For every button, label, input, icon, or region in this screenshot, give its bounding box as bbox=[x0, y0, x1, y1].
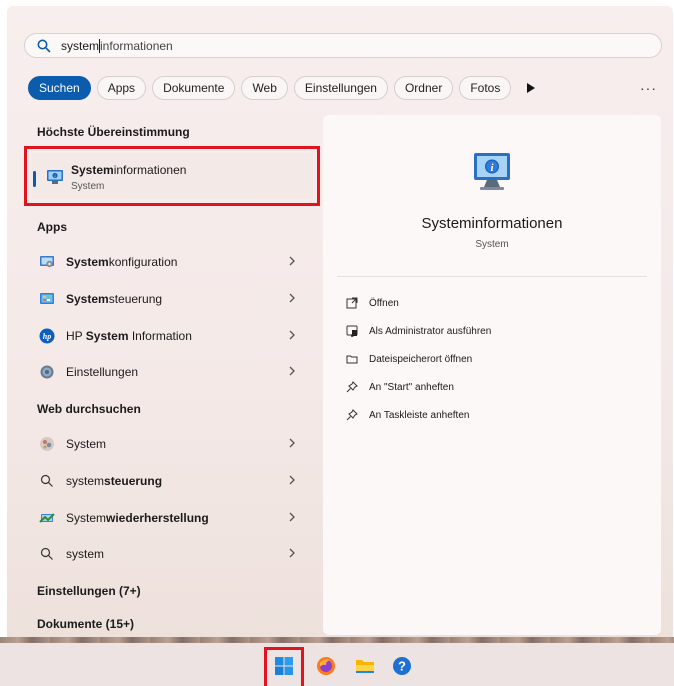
selection-indicator bbox=[33, 171, 36, 187]
admin-shield-icon bbox=[345, 324, 359, 338]
search-input[interactable]: system informationen bbox=[24, 33, 662, 58]
search-icon bbox=[37, 39, 51, 52]
app-result-label: HP System Information bbox=[66, 329, 192, 343]
web-result-systemsteuerung[interactable]: systemsteuerung bbox=[30, 466, 312, 496]
chevron-right-icon bbox=[289, 512, 295, 522]
action-label: An Taskleiste anheften bbox=[369, 409, 470, 421]
search-filter-bar: Suchen Apps Dokumente Web Einstellungen … bbox=[28, 76, 541, 100]
documents-section-heading[interactable]: Dokumente (15+) bbox=[37, 617, 134, 631]
hp-icon: hp bbox=[38, 327, 56, 345]
system-information-icon: i bbox=[47, 170, 63, 184]
web-result-label: System bbox=[66, 437, 107, 451]
best-match-subtitle: System bbox=[71, 181, 105, 192]
action-run-as-admin[interactable]: Als Administrator ausführen bbox=[345, 321, 491, 341]
web-search-heading: Web durchsuchen bbox=[37, 402, 141, 416]
settings-section-heading[interactable]: Einstellungen (7+) bbox=[37, 584, 141, 598]
chevron-right-icon bbox=[289, 366, 295, 376]
chevron-right-icon bbox=[289, 330, 295, 340]
action-label: Dateispeicherort öffnen bbox=[369, 353, 473, 365]
filter-chip-ordner[interactable]: Ordner bbox=[393, 76, 454, 100]
filter-chip-fotos[interactable]: Fotos bbox=[459, 76, 512, 100]
best-match-highlight-box: i Systeminformationen System bbox=[24, 146, 320, 206]
filter-chip-apps[interactable]: Apps bbox=[96, 76, 147, 100]
chevron-right-icon bbox=[289, 548, 295, 558]
svg-text:hp: hp bbox=[43, 332, 51, 341]
best-match-heading: Höchste Übereinstimmung bbox=[37, 125, 190, 139]
open-external-icon bbox=[345, 296, 359, 310]
apps-heading: Apps bbox=[37, 220, 67, 234]
settings-gear-icon bbox=[38, 363, 56, 381]
more-options-button[interactable]: ··· bbox=[640, 80, 657, 96]
filter-chip-web[interactable]: Web bbox=[241, 76, 288, 100]
svg-text:?: ? bbox=[398, 659, 406, 674]
control-panel-icon bbox=[38, 290, 56, 308]
web-result-system-search[interactable]: system bbox=[30, 539, 312, 569]
web-result-label: Systemwiederherstellung bbox=[66, 511, 209, 525]
start-button-highlight-box bbox=[264, 647, 304, 686]
chevron-right-icon bbox=[289, 256, 295, 266]
result-preview-pane: i Systeminformationen System Öffnen Als … bbox=[323, 115, 661, 635]
search-autocomplete-text: informationen bbox=[100, 38, 173, 53]
msconfig-icon bbox=[38, 253, 56, 271]
preview-subtitle: System bbox=[475, 239, 509, 250]
action-label: An "Start" anheften bbox=[369, 381, 454, 393]
help-icon[interactable]: ? bbox=[388, 652, 416, 680]
pin-icon bbox=[345, 380, 359, 394]
app-result-label: Systemkonfiguration bbox=[66, 255, 178, 269]
web-result-systemwiederherstellung[interactable]: Systemwiederherstellung bbox=[30, 503, 312, 533]
search-typed-text: system bbox=[61, 38, 100, 53]
action-label: Öffnen bbox=[369, 297, 399, 309]
web-result-label: systemsteuerung bbox=[66, 474, 163, 488]
chevron-right-icon bbox=[289, 438, 295, 448]
action-pin-to-taskbar[interactable]: An Taskleiste anheften bbox=[345, 405, 469, 425]
app-result-hp-system-information[interactable]: hp HP System Information bbox=[30, 321, 312, 351]
preview-divider bbox=[337, 276, 647, 277]
more-filters-arrow-icon[interactable] bbox=[521, 76, 541, 100]
app-result-label: Systemsteuerung bbox=[66, 292, 163, 306]
action-open[interactable]: Öffnen bbox=[345, 293, 399, 313]
action-label: Als Administrator ausführen bbox=[369, 325, 492, 337]
web-result-system[interactable]: System bbox=[30, 429, 312, 459]
chevron-right-icon bbox=[289, 293, 295, 303]
action-pin-to-start[interactable]: An "Start" anheften bbox=[345, 377, 454, 397]
app-result-systemsteuerung[interactable]: Systemsteuerung bbox=[30, 284, 312, 314]
search-icon bbox=[38, 472, 56, 490]
pin-icon bbox=[345, 408, 359, 422]
web-result-label: system bbox=[66, 547, 105, 561]
preview-title: Systeminformationen bbox=[421, 215, 563, 232]
folder-icon bbox=[345, 352, 359, 366]
web-thumbnail-icon bbox=[38, 435, 56, 453]
search-query: system informationen bbox=[61, 38, 173, 53]
best-match-title: Systeminformationen bbox=[71, 163, 187, 177]
firefox-icon[interactable] bbox=[312, 652, 340, 680]
system-information-icon: i bbox=[474, 153, 510, 190]
system-restore-icon bbox=[38, 509, 56, 527]
file-explorer-icon[interactable] bbox=[351, 652, 379, 680]
app-result-label: Einstellungen bbox=[66, 365, 139, 379]
action-open-file-location[interactable]: Dateispeicherort öffnen bbox=[345, 349, 472, 369]
best-match-result[interactable]: i Systeminformationen System bbox=[31, 153, 313, 199]
app-result-systemkonfiguration[interactable]: Systemkonfiguration bbox=[30, 247, 312, 277]
filter-chip-suchen[interactable]: Suchen bbox=[28, 76, 91, 100]
chevron-right-icon bbox=[289, 475, 295, 485]
search-icon bbox=[38, 545, 56, 563]
filter-chip-einstellungen[interactable]: Einstellungen bbox=[293, 76, 388, 100]
filter-chip-dokumente[interactable]: Dokumente bbox=[152, 76, 236, 100]
app-result-einstellungen[interactable]: Einstellungen bbox=[30, 357, 312, 387]
